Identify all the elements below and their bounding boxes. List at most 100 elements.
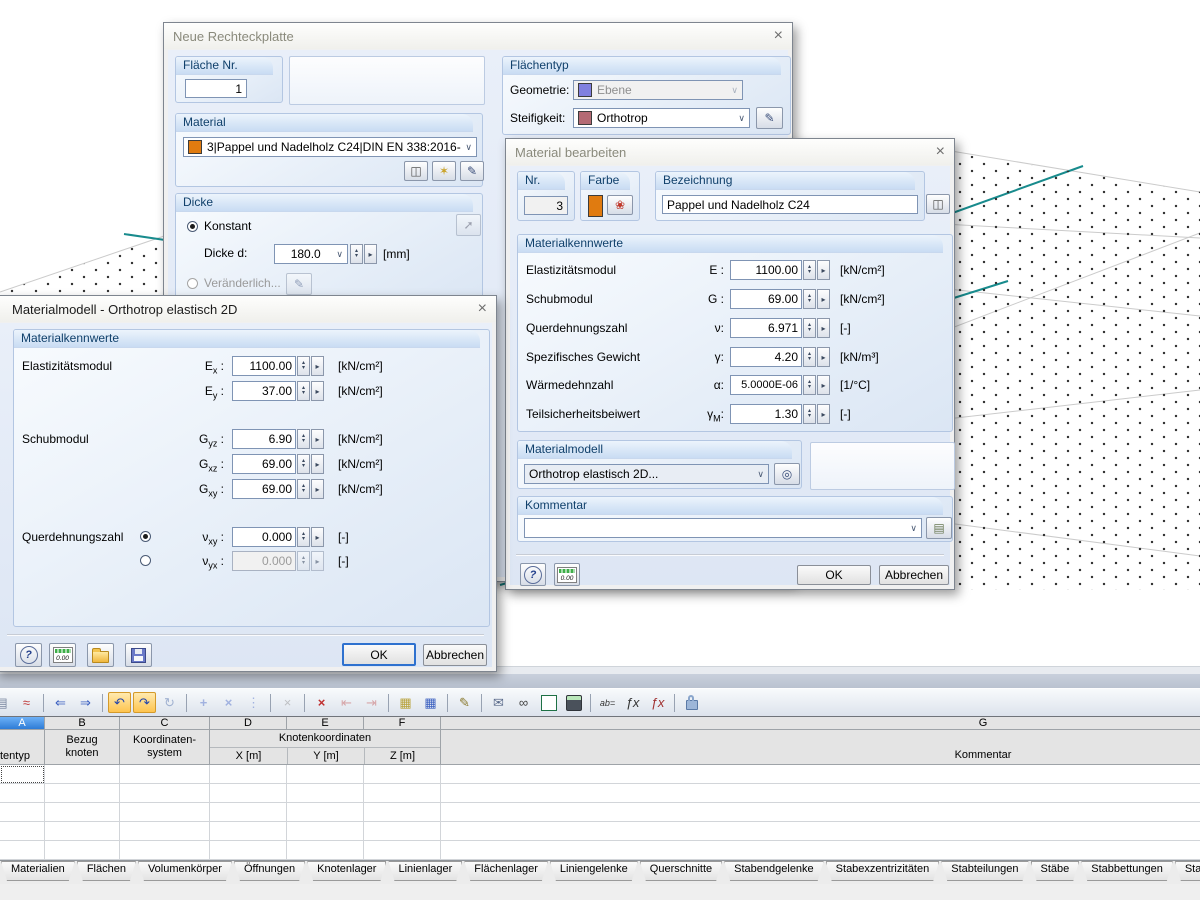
spinner-expand[interactable]: ▸	[311, 479, 324, 499]
delete-row-icon[interactable]: ×	[310, 692, 333, 713]
help-button[interactable]: ?	[520, 563, 546, 586]
function-icon[interactable]: ƒx	[621, 692, 644, 713]
spinner-expand[interactable]: ▸	[311, 429, 324, 449]
spinner-updown[interactable]: ▴▾	[803, 404, 816, 424]
edit-materialmodell-button[interactable]: ◎	[774, 463, 800, 485]
spinner-expand[interactable]: ▸	[817, 318, 830, 338]
tab-stabexzentrizitaeten[interactable]: Stabexzentrizitäten	[826, 861, 940, 881]
column-header-f[interactable]: F	[364, 717, 441, 730]
alpha-input[interactable]: 5.0000E-06▴▾▸	[730, 375, 830, 395]
calculator-icon[interactable]	[562, 692, 585, 713]
tab-querschnitte[interactable]: Querschnitte	[640, 861, 722, 881]
spinner-expand[interactable]: ▸	[311, 356, 324, 376]
spinner-updown[interactable]: ▴▾	[297, 381, 310, 401]
bezeichnung-input[interactable]: Pappel und Nadelholz C24	[662, 195, 918, 214]
cancel-button[interactable]: Abbrechen	[423, 644, 487, 666]
chart-icon[interactable]: ▤	[0, 692, 13, 713]
spinner-updown[interactable]: ▴▾	[803, 318, 816, 338]
spinner-updown[interactable]: ▴▾	[297, 429, 310, 449]
tab-stabendgelenke[interactable]: Stabendgelenke	[724, 861, 824, 881]
column-header-c[interactable]: C	[120, 717, 210, 730]
ey-input[interactable]: 37.00▴▾▸	[232, 381, 324, 401]
ok-button[interactable]: OK	[797, 565, 871, 585]
spinner-expand[interactable]: ▸	[311, 527, 324, 547]
remove-left-icon[interactable]: ⇤	[335, 692, 358, 713]
spinner-updown[interactable]: ▴▾	[297, 454, 310, 474]
spinner-updown[interactable]: ▴▾	[297, 479, 310, 499]
nu-input[interactable]: 6.971▴▾▸	[730, 318, 830, 338]
material-library-button[interactable]: ◫	[926, 194, 950, 214]
cancel-button[interactable]: Abbrechen	[879, 565, 949, 585]
material-select[interactable]: 3|Pappel und Nadelholz C24|DIN EN 338:20…	[183, 137, 477, 157]
tab-stabnichtlinearitaeten[interactable]: Stabnichtlinearitäten	[1175, 861, 1200, 881]
excel-export-icon[interactable]	[537, 692, 560, 713]
tab-flaechen[interactable]: Flächen	[77, 861, 136, 881]
save-settings-button[interactable]	[125, 643, 152, 667]
column-header-b[interactable]: B	[45, 717, 120, 730]
ex-input[interactable]: 1100.00▴▾▸	[232, 356, 324, 376]
g-input[interactable]: 69.00▴▾▸	[730, 289, 830, 309]
close-icon[interactable]: ×	[936, 144, 945, 160]
spinner-expand[interactable]: ▸	[817, 347, 830, 367]
spinner-expand[interactable]: ▸	[817, 260, 830, 280]
previous-table-icon[interactable]: ⇐	[49, 692, 72, 713]
next-table-icon[interactable]: ⇒	[74, 692, 97, 713]
notes-icon[interactable]: ✎	[453, 692, 476, 713]
spinner-expand[interactable]: ▸	[817, 289, 830, 309]
cell-a1-selected[interactable]	[0, 765, 45, 784]
spinner-expand[interactable]: ▸	[364, 244, 377, 264]
spinner-expand[interactable]: ▸	[817, 375, 830, 395]
comment-templates-button[interactable]: ▤	[926, 517, 952, 539]
dicke-d-spinner[interactable]: ▴▾ ▸	[349, 244, 377, 264]
table-view-icon[interactable]: ▦	[394, 692, 417, 713]
units-settings-button[interactable]: 0.00	[554, 563, 580, 586]
delete-cell-icon[interactable]: ×	[217, 692, 240, 713]
column-header-g[interactable]: G	[441, 717, 1200, 730]
table-fill-icon[interactable]: ▦	[419, 692, 442, 713]
color-palette-button[interactable]: ❀	[607, 195, 633, 215]
dialog-titlebar[interactable]: Material bearbeiten ×	[506, 139, 954, 165]
tab-liniengelenke[interactable]: Liniengelenke	[550, 861, 638, 881]
units-settings-button[interactable]: 0.00	[49, 643, 76, 667]
materialmodell-select[interactable]: Orthotrop elastisch 2D... ∨	[524, 464, 769, 484]
spinner-expand[interactable]: ▸	[817, 404, 830, 424]
spinner-updown[interactable]: ▴▾	[297, 356, 310, 376]
insert-row-icon[interactable]: +	[192, 692, 215, 713]
konstant-radio[interactable]	[187, 221, 198, 232]
dialog-titlebar[interactable]: Neue Rechteckplatte ×	[164, 23, 792, 49]
rename-icon[interactable]: ab=	[596, 692, 619, 713]
waveform-icon[interactable]: ≈	[15, 692, 38, 713]
send-letter-icon[interactable]: ✉	[487, 692, 510, 713]
gamma-input[interactable]: 4.20▴▾▸	[730, 347, 830, 367]
tab-volumenkoerper[interactable]: Volumenkörper	[138, 861, 232, 881]
veraenderlich-radio[interactable]	[187, 278, 198, 289]
flaeche-nr-input[interactable]: 1	[185, 79, 247, 98]
gxy-input[interactable]: 69.00▴▾▸	[232, 479, 324, 499]
vyx-radio[interactable]	[140, 555, 151, 566]
spinner-updown[interactable]: ▴▾	[803, 260, 816, 280]
edit-stiffness-button[interactable]: ✎	[756, 107, 783, 129]
column-header-a[interactable]: A	[0, 717, 45, 730]
column-dots-icon[interactable]: ⋮	[242, 692, 265, 713]
delete-function-icon[interactable]: ƒx	[646, 692, 669, 713]
spinner-updown[interactable]: ▴▾	[350, 244, 363, 264]
lock-icon[interactable]	[680, 692, 703, 713]
gxz-input[interactable]: 69.00▴▾▸	[232, 454, 324, 474]
column-header-d[interactable]: D	[210, 717, 287, 730]
tab-oeffnungen[interactable]: Öffnungen	[234, 861, 305, 881]
undo-icon[interactable]: ↶	[108, 692, 131, 713]
close-icon[interactable]: ×	[478, 301, 487, 317]
column-header-e[interactable]: E	[287, 717, 364, 730]
redo-icon[interactable]: ↷	[133, 692, 156, 713]
edit-material-button[interactable]: ✎	[460, 161, 484, 181]
remove-right-icon[interactable]: ⇥	[360, 692, 383, 713]
dicke-d-combo[interactable]: 180.0 ∨	[274, 244, 348, 264]
spinner-updown[interactable]: ▴▾	[297, 527, 310, 547]
material-library-button[interactable]: ◫	[404, 161, 428, 181]
kommentar-combo[interactable]: ∨	[524, 518, 922, 538]
clear-table-icon[interactable]: ×	[276, 692, 299, 713]
spinner-expand[interactable]: ▸	[311, 454, 324, 474]
gammam-input[interactable]: 1.30▴▾▸	[730, 404, 830, 424]
tab-staebe[interactable]: Stäbe	[1031, 861, 1080, 881]
tab-flaechenlager[interactable]: Flächenlager	[464, 861, 548, 881]
